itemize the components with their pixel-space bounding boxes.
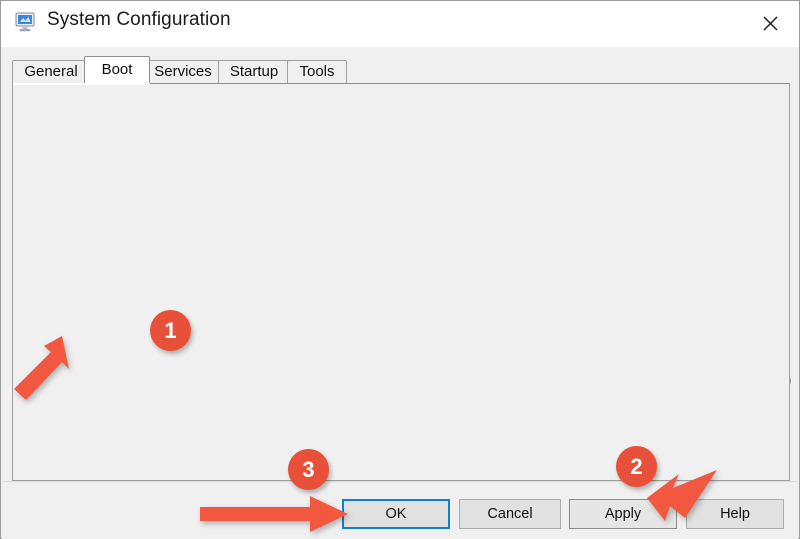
tab-tools-label: Tools [299, 63, 334, 80]
system-configuration-window: System Configuration General Boot Servic… [0, 0, 800, 539]
tab-active-seam [13, 83, 150, 85]
tab-page-boot [12, 83, 790, 481]
ok-label: OK [386, 506, 407, 522]
help-button[interactable]: Help [686, 499, 784, 529]
tab-strip: General Boot Services Startup Tools [12, 56, 790, 84]
window-title: System Configuration [47, 9, 231, 31]
tab-services-label: Services [154, 63, 212, 80]
tab-startup[interactable]: Startup [218, 60, 290, 84]
tab-startup-label: Startup [230, 63, 278, 80]
help-label: Help [720, 506, 750, 522]
tab-boot-label: Boot [102, 61, 133, 78]
computer-monitor-icon [15, 12, 38, 33]
screenshot-root: System Configuration General Boot Servic… [0, 0, 800, 539]
tab-boot[interactable]: Boot [84, 56, 150, 85]
tab-general-label: General [24, 63, 77, 80]
tab-general[interactable]: General [12, 60, 90, 84]
title-bar: System Configuration [1, 1, 799, 47]
tab-tools[interactable]: Tools [287, 60, 347, 84]
cancel-button[interactable]: Cancel [459, 499, 561, 529]
apply-button[interactable]: Apply [569, 499, 677, 529]
apply-label: Apply [605, 506, 641, 522]
cancel-label: Cancel [487, 506, 532, 522]
ok-button[interactable]: OK [342, 499, 450, 529]
close-icon[interactable] [741, 1, 799, 46]
tab-services[interactable]: Services [145, 60, 221, 84]
